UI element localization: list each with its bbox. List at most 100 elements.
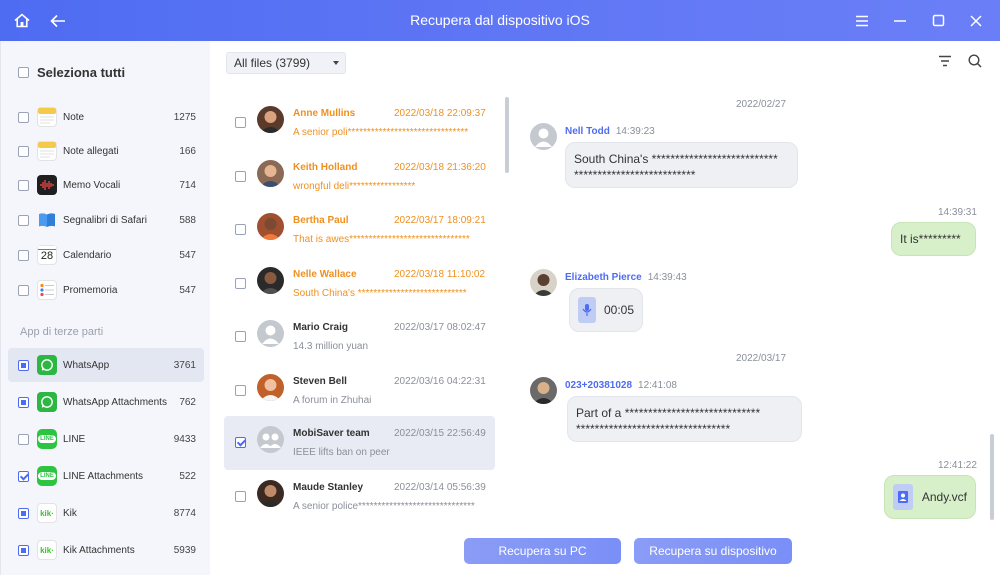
menu-icon[interactable] [852, 11, 872, 31]
sidebar-item-note[interactable]: Note 1275 [8, 100, 204, 134]
select-all[interactable]: Seleziona tutti [18, 65, 125, 80]
contact-file-icon [893, 484, 913, 510]
contact-name: Nelle Wallace [293, 269, 357, 280]
checkbox[interactable] [235, 224, 246, 235]
contact-row[interactable]: Steven Bell 2022/03/16 04:22:31 A forum … [224, 364, 495, 418]
sidebar-item-count: 762 [179, 396, 196, 408]
sidebar-item-label: LINE Attachments [63, 470, 144, 482]
checkbox[interactable] [18, 544, 29, 556]
avatar [257, 374, 284, 401]
contact-name: Steven Bell [293, 376, 347, 387]
date-separator: 2022/02/27 [736, 99, 787, 110]
checkbox[interactable] [18, 507, 29, 519]
contact-list-scrollbar[interactable] [505, 97, 509, 173]
sidebar-item-memo-vocali[interactable]: Memo Vocali 714 [8, 168, 204, 202]
contact-row-selected[interactable]: MobiSaver team 2022/03/15 22:56:49 IEEE … [224, 416, 495, 470]
checkbox[interactable] [18, 145, 29, 157]
sidebar-item-whatsapp-attachments[interactable]: WhatsApp Attachments 762 [8, 385, 204, 419]
avatar [530, 269, 557, 296]
checkbox[interactable] [235, 278, 246, 289]
contact-row[interactable]: Keith Holland 2022/03/18 21:36:20 wrongf… [224, 150, 495, 204]
checkbox[interactable] [18, 396, 29, 408]
checkbox[interactable] [18, 111, 29, 123]
date-separator: 2022/03/17 [736, 353, 787, 364]
checkbox[interactable] [18, 214, 29, 226]
contact-name: Bertha Paul [293, 215, 349, 226]
checkbox[interactable] [235, 331, 246, 342]
message-sender: Elizabeth Pierce [565, 272, 642, 283]
checkbox[interactable] [18, 249, 29, 261]
sidebar-item-label: WhatsApp [63, 359, 110, 371]
home-icon[interactable] [12, 11, 32, 31]
checkbox[interactable] [235, 385, 246, 396]
sidebar-item-calendario[interactable]: 28 Calendario 547 [8, 238, 204, 272]
checkbox[interactable] [18, 284, 29, 296]
sidebar-item-label: Promemoria [63, 284, 118, 296]
sidebar-item-segnalibri-safari[interactable]: Segnalibri di Safari 588 [8, 203, 204, 237]
contact-time: 2022/03/14 05:56:39 [394, 482, 486, 493]
checkbox[interactable] [18, 433, 29, 445]
contact-preview: wrongful deli***************** [293, 181, 416, 192]
avatar [257, 213, 284, 240]
audio-duration: 00:05 [603, 303, 634, 317]
audio-message-bubble[interactable]: 00:05 [569, 288, 643, 332]
sidebar-item-count: 9433 [173, 433, 196, 445]
sidebar-item-count: 588 [179, 214, 196, 226]
sidebar-item-kik-attachments[interactable]: kik· Kik Attachments 5939 [8, 533, 204, 567]
voice-memo-icon [37, 175, 57, 195]
message-text: ********************************* [576, 422, 731, 436]
recover-to-pc-button[interactable]: Recupera su PC [464, 538, 621, 564]
recover-to-device-button[interactable]: Recupera su dispositivo [634, 538, 792, 564]
sidebar-item-whatsapp[interactable]: WhatsApp 3761 [8, 348, 204, 382]
audio-file-icon [578, 297, 596, 323]
maximize-icon[interactable] [928, 11, 948, 31]
avatar [530, 377, 557, 404]
file-filter-dropdown[interactable]: All files (3799) [226, 52, 346, 74]
default-avatar-icon [257, 320, 284, 347]
line-icon: LINE [37, 429, 57, 449]
contact-row[interactable]: Mario Craig 2022/03/17 08:02:47 14.3 mil… [224, 310, 495, 364]
reminders-icon [37, 280, 57, 300]
sidebar-item-line-attachments[interactable]: LINE LINE Attachments 522 [8, 459, 204, 493]
select-all-checkbox[interactable] [18, 67, 29, 78]
sidebar-item-line[interactable]: LINE LINE 9433 [8, 422, 204, 456]
checkbox[interactable] [235, 437, 246, 448]
contact-row[interactable]: Bertha Paul 2022/03/17 18:09:21 That is … [224, 203, 495, 257]
checkbox[interactable] [235, 171, 246, 182]
contact-row[interactable]: Anne Mullins 2022/03/18 22:09:37 A senio… [224, 96, 495, 150]
filter-icon[interactable] [938, 54, 952, 73]
sidebar-item-count: 3761 [173, 359, 196, 371]
close-icon[interactable] [966, 11, 986, 31]
sidebar-item-count: 547 [179, 284, 196, 296]
message-time: 12:41:08 [638, 380, 677, 391]
sidebar-item-promemoria[interactable]: Promemoria 547 [8, 273, 204, 307]
message-header: Elizabeth Pierce 14:39:43 [565, 272, 687, 283]
file-filter-value: All files (3799) [234, 56, 311, 70]
sidebar-item-label: Calendario [63, 249, 112, 261]
chat-scrollbar[interactable] [990, 434, 994, 520]
contact-time: 2022/03/18 21:36:20 [394, 162, 486, 173]
notes-icon [37, 107, 57, 127]
whatsapp-icon [37, 392, 57, 412]
checkbox[interactable] [18, 470, 29, 482]
back-arrow-icon[interactable] [48, 11, 68, 31]
sidebar-item-kik[interactable]: kik· Kik 8774 [8, 496, 204, 530]
checkbox[interactable] [235, 117, 246, 128]
default-avatar-icon [530, 123, 557, 150]
avatar [257, 160, 284, 187]
file-message-bubble[interactable]: Andy.vcf [884, 475, 976, 519]
minimize-icon[interactable] [890, 11, 910, 31]
checkbox[interactable] [18, 179, 29, 191]
chevron-down-icon [333, 61, 339, 65]
contact-time: 2022/03/15 22:56:49 [394, 428, 486, 439]
sidebar-item-note-allegati[interactable]: Note allegati 166 [8, 134, 204, 168]
contact-row[interactable]: Maude Stanley 2022/03/14 05:56:39 A seni… [224, 470, 495, 524]
checkbox[interactable] [235, 491, 246, 502]
sidebar-item-count: 166 [179, 145, 196, 157]
contact-row[interactable]: Nelle Wallace 2022/03/18 11:10:02 South … [224, 257, 495, 311]
search-icon[interactable] [968, 54, 982, 73]
checkbox[interactable] [18, 359, 29, 371]
line-icon: LINE [37, 466, 57, 486]
select-all-label: Seleziona tutti [37, 65, 126, 80]
message-time: 14:39:31 [938, 207, 977, 218]
